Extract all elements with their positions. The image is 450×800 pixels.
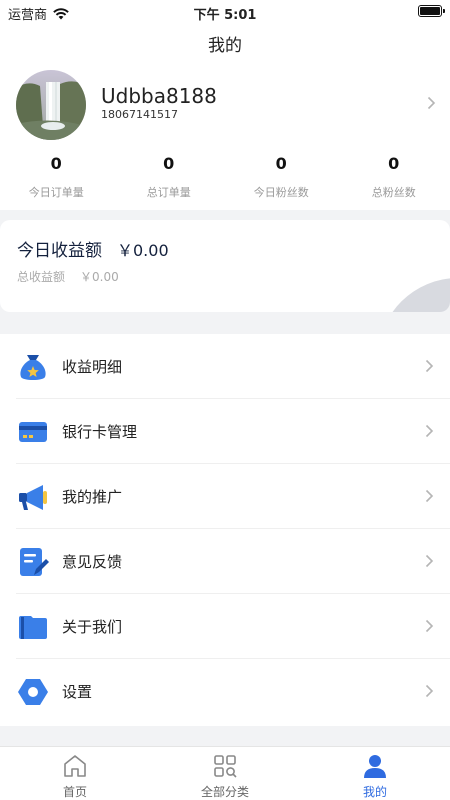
money-bag-icon xyxy=(20,355,46,380)
status-bar: 运营商 下午 5:01 xyxy=(0,0,450,24)
stat-label: 总粉丝数 xyxy=(371,186,416,199)
categories-icon xyxy=(214,755,237,778)
bank-card-icon xyxy=(19,422,47,442)
nav-bar: 我的 xyxy=(0,24,450,68)
earnings-card: 今日收益额 ￥0.00 总收益额 ￥0.00 xyxy=(0,220,450,312)
stats-row: 0 今日订单量 0 总订单量 0 今日粉丝数 0 总粉丝数 xyxy=(0,154,450,200)
stat-value: 0 xyxy=(275,154,287,173)
menu-label: 收益明细 xyxy=(62,358,123,376)
today-earnings-label: 今日收益额 xyxy=(17,241,102,261)
menu-item-earnings-detail[interactable]: 收益明细 xyxy=(16,334,450,399)
total-earnings-label: 总收益额 xyxy=(17,270,66,284)
decorative-circle xyxy=(378,278,450,312)
profile-section[interactable]: Udbba8188 18067141517 0 今日订单量 0 总订单量 0 今… xyxy=(0,68,450,210)
menu-list: 收益明细 银行卡管理 我的推广 意见反馈 关于我们 设置 xyxy=(0,334,450,726)
menu-item-bank-card[interactable]: 银行卡管理 xyxy=(16,399,450,464)
phone-number: 18067141517 xyxy=(101,108,178,121)
menu-item-promotion[interactable]: 我的推广 xyxy=(16,464,450,529)
stat-label: 今日粉丝数 xyxy=(253,186,309,199)
chevron-right-icon[interactable] xyxy=(427,96,436,110)
menu-label: 关于我们 xyxy=(62,618,123,636)
menu-item-settings[interactable]: 设置 xyxy=(16,659,450,724)
book-icon xyxy=(19,616,47,639)
stat-today-orders[interactable]: 0 今日订单量 xyxy=(0,154,113,200)
chevron-right-icon xyxy=(425,619,434,633)
username: Udbba8188 xyxy=(101,84,217,108)
stat-today-fans[interactable]: 0 今日粉丝数 xyxy=(225,154,338,200)
chevron-right-icon xyxy=(425,684,434,698)
menu-label: 意见反馈 xyxy=(62,553,123,571)
tab-mine[interactable]: 我的 xyxy=(300,747,450,800)
tab-label: 首页 xyxy=(62,785,87,799)
menu-label: 银行卡管理 xyxy=(62,423,138,441)
avatar-waterfall-image xyxy=(16,70,86,140)
home-icon xyxy=(64,755,86,777)
tab-home[interactable]: 首页 xyxy=(0,747,150,800)
menu-label: 设置 xyxy=(62,683,93,701)
menu-item-about-us[interactable]: 关于我们 xyxy=(16,594,450,659)
total-earnings-value: ￥0.00 xyxy=(80,270,119,284)
tab-bar: 首页 全部分类 我的 xyxy=(0,746,450,800)
stat-value: 0 xyxy=(163,154,175,173)
tab-all-categories[interactable]: 全部分类 xyxy=(150,747,300,800)
megaphone-icon xyxy=(19,485,47,510)
stat-label: 总订单量 xyxy=(146,186,191,199)
chevron-right-icon xyxy=(425,554,434,568)
tab-label: 全部分类 xyxy=(200,785,249,799)
chevron-right-icon xyxy=(425,359,434,373)
stat-total-orders[interactable]: 0 总订单量 xyxy=(113,154,226,200)
today-earnings-value: ￥0.00 xyxy=(117,241,169,260)
stat-value: 0 xyxy=(50,154,62,173)
tab-label: 我的 xyxy=(362,785,387,799)
stat-label: 今日订单量 xyxy=(28,186,84,199)
chevron-right-icon xyxy=(425,424,434,438)
stat-total-fans[interactable]: 0 总粉丝数 xyxy=(338,154,450,200)
status-time: 下午 5:01 xyxy=(193,8,257,23)
menu-label: 我的推广 xyxy=(62,488,123,506)
menu-item-feedback[interactable]: 意见反馈 xyxy=(16,529,450,594)
avatar[interactable] xyxy=(16,70,86,140)
settings-icon xyxy=(18,679,48,705)
feedback-icon xyxy=(20,548,49,576)
stat-value: 0 xyxy=(388,154,400,173)
battery-icon xyxy=(418,5,445,17)
page-title: 我的 xyxy=(208,36,242,56)
chevron-right-icon xyxy=(425,489,434,503)
user-icon xyxy=(364,755,386,778)
